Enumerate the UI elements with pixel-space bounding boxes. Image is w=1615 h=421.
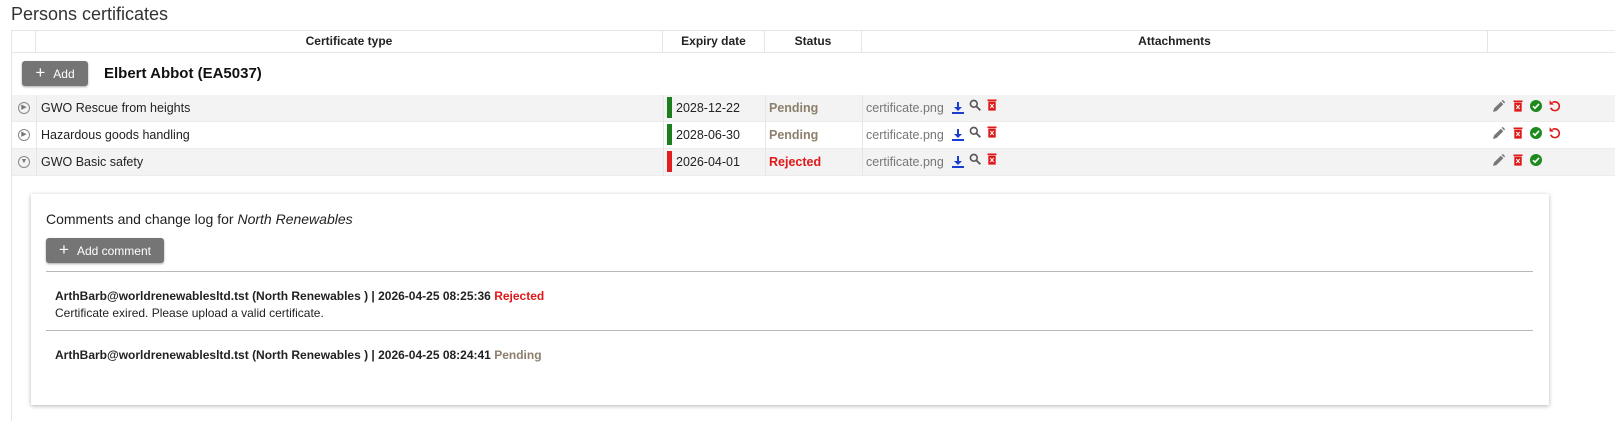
log-entry-status: Pending: [494, 348, 542, 362]
delete-icon[interactable]: [986, 153, 998, 165]
add-comment-button[interactable]: + Add comment: [46, 238, 164, 263]
log-entry-meta: ArthBarb@worldrenewablesltd.tst (North R…: [55, 348, 491, 362]
revert-icon[interactable]: [1549, 127, 1561, 139]
header-certificate-type[interactable]: Certificate type: [36, 31, 663, 52]
collapse-circle-icon[interactable]: ▼: [18, 156, 30, 168]
delete-icon[interactable]: [1512, 154, 1524, 166]
expiry-indicator-valid: [667, 97, 672, 118]
play-circle-icon[interactable]: ▶: [18, 129, 30, 141]
header-expander-col: [12, 31, 36, 52]
plus-icon: +: [59, 240, 69, 259]
header-attachments[interactable]: Attachments: [862, 31, 1488, 52]
expiry-indicator-valid: [667, 124, 672, 145]
status-badge: Pending: [769, 128, 819, 142]
add-certificate-label: Add: [53, 66, 75, 81]
add-comment-label: Add comment: [76, 243, 151, 258]
divider: [46, 330, 1533, 331]
status-badge: Pending: [769, 101, 819, 115]
expiry-date-cell: 2026-04-01: [676, 155, 740, 169]
header-actions-col: [1488, 31, 1615, 52]
edit-icon[interactable]: [1493, 127, 1505, 139]
download-icon[interactable]: [952, 156, 964, 168]
divider: [46, 271, 1533, 272]
plus-icon: +: [35, 63, 46, 82]
edit-icon[interactable]: [1493, 100, 1505, 112]
comments-title-prefix: Comments and change log for: [46, 211, 234, 227]
header-expiry-date[interactable]: Expiry date: [663, 31, 765, 52]
comments-panel: Comments and change log for North Renewa…: [31, 194, 1549, 405]
add-certificate-button[interactable]: + Add: [22, 61, 88, 86]
search-icon[interactable]: [969, 99, 981, 111]
log-entry-header: ArthBarb@worldrenewablesltd.tst (North R…: [55, 348, 542, 362]
header-status[interactable]: Status: [765, 31, 862, 52]
approve-icon[interactable]: [1530, 127, 1542, 139]
table-row: ▼ GWO Basic safety 2026-04-01 Rejected c…: [12, 149, 1615, 176]
search-icon[interactable]: [969, 153, 981, 165]
download-icon[interactable]: [952, 102, 964, 114]
comments-company: North Renewables: [237, 211, 353, 227]
person-name: Elbert Abbot (EA5037): [104, 65, 262, 82]
expiry-date-cell: 2028-12-22: [676, 101, 740, 115]
certificate-type-cell: GWO Rescue from heights: [41, 101, 191, 115]
play-circle-icon[interactable]: ▶: [18, 102, 30, 114]
delete-icon[interactable]: [986, 99, 998, 111]
log-entry-status: Rejected: [494, 289, 545, 303]
grid-header: Certificate type Expiry date Status Atta…: [12, 31, 1615, 53]
delete-icon[interactable]: [1512, 100, 1524, 112]
edit-icon[interactable]: [1493, 154, 1505, 166]
table-row: ▶ GWO Rescue from heights 2028-12-22 Pen…: [12, 95, 1615, 122]
delete-icon[interactable]: [986, 126, 998, 138]
certificate-type-cell: Hazardous goods handling: [41, 128, 190, 142]
page-title: Persons certificates: [11, 4, 169, 24]
delete-icon[interactable]: [1512, 127, 1524, 139]
certificate-type-cell: GWO Basic safety: [41, 155, 144, 169]
expiry-date-cell: 2028-06-30: [676, 128, 740, 142]
attachment-filename[interactable]: certificate.png: [866, 95, 944, 122]
approve-icon[interactable]: [1530, 154, 1542, 166]
approve-icon[interactable]: [1530, 100, 1542, 112]
revert-icon[interactable]: [1549, 100, 1561, 112]
status-badge: Rejected: [769, 155, 822, 169]
attachment-filename[interactable]: certificate.png: [866, 122, 944, 149]
table-row: ▶ Hazardous goods handling 2028-06-30 Pe…: [12, 122, 1615, 149]
attachment-filename[interactable]: certificate.png: [866, 149, 944, 176]
download-icon[interactable]: [952, 129, 964, 141]
search-icon[interactable]: [969, 126, 981, 138]
log-entry-header: ArthBarb@worldrenewablesltd.tst (North R…: [55, 289, 544, 303]
comments-title: Comments and change log for North Renewa…: [46, 211, 353, 227]
log-entry-meta: ArthBarb@worldrenewablesltd.tst (North R…: [55, 289, 491, 303]
expiry-indicator-expired: [667, 151, 672, 172]
log-entry-text: Certificate exired. Please upload a vali…: [55, 306, 324, 320]
